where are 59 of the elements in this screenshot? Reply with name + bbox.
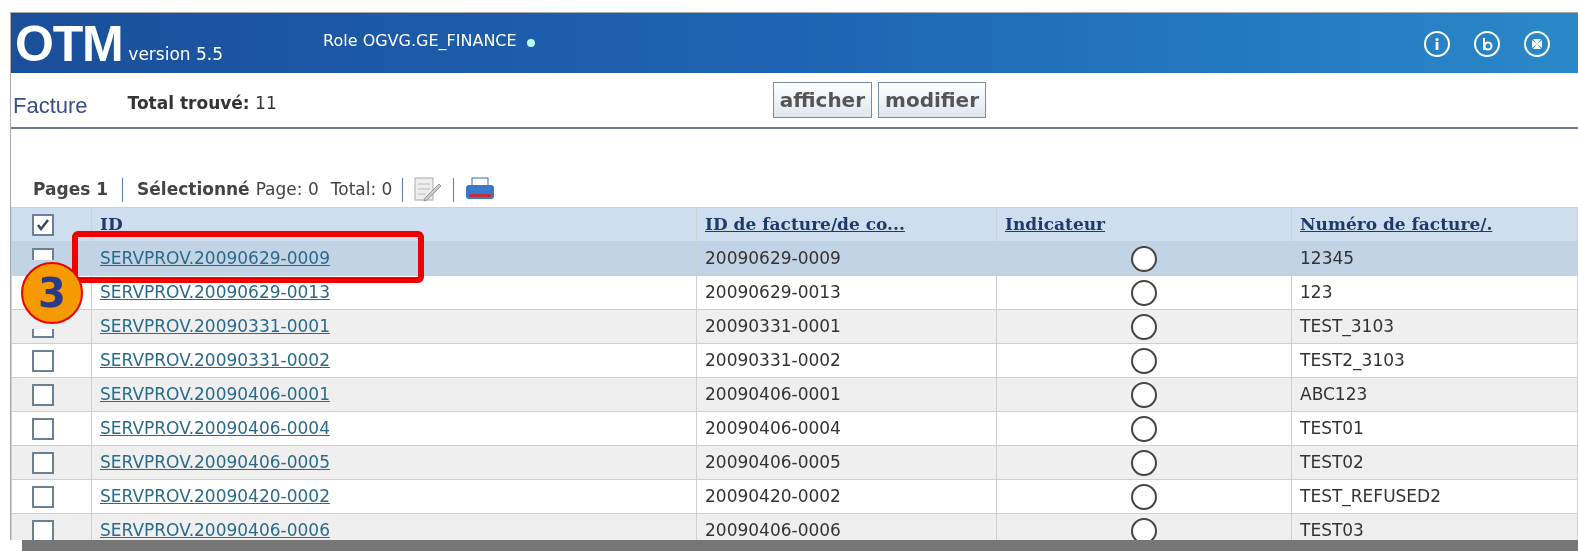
action-button[interactable]: afficher [772, 82, 873, 118]
table-cell: 20090406-0004 [696, 411, 997, 446]
total-count: Total: 0 [330, 178, 393, 202]
column-header[interactable]: Numéro de facture/. [1291, 207, 1578, 242]
indicator-icon [1131, 517, 1157, 540]
checkbox[interactable] [32, 349, 54, 372]
pages-label: Pages 1 [33, 178, 109, 202]
table-row[interactable]: SERVPROV.20090331-0001 20090331-0001 TEST_3103 [11, 309, 1578, 344]
table-cell: 20090331-0002 [696, 343, 997, 378]
indicator-icon [1131, 279, 1157, 306]
edit-list-icon[interactable] [413, 176, 444, 204]
page-count: Page: 0 [255, 178, 319, 202]
checkbox[interactable] [32, 383, 54, 406]
checkbox[interactable] [32, 328, 54, 338]
table-row[interactable]: SERVPROV.20090406-0001 20090406-0001 ABC123 [11, 377, 1578, 412]
table-cell: TEST02 [1291, 445, 1578, 480]
checkbox[interactable] [32, 417, 54, 440]
page-title: Facture [13, 91, 88, 120]
info-icon[interactable] [1424, 31, 1450, 57]
table-cell: 12345 [1291, 241, 1578, 276]
table-cell: TEST01 [1291, 411, 1578, 446]
checkbox[interactable] [32, 519, 54, 540]
checkbox[interactable] [32, 451, 54, 474]
table-cell: TEST_REFUSED2 [1291, 479, 1578, 514]
table-cell: 20090629-0009 [696, 241, 997, 276]
indicator-icon [1131, 347, 1157, 374]
table-cell: TEST2_3103 [1291, 343, 1578, 378]
table-row[interactable]: SERVPROV.20090331-0002 20090331-0002 TEST2_3103 [11, 343, 1578, 378]
indicator-icon [1131, 381, 1157, 408]
column-header[interactable]: Indicateur [996, 207, 1292, 242]
table-cell: 20090420-0002 [696, 479, 997, 514]
table-cell: 20090331-0001 [696, 309, 997, 344]
table-cell: 20090629-0013 [696, 275, 997, 310]
indicator-icon [1131, 483, 1157, 510]
role-label: Role OGVG.GE_FINANCE [323, 30, 517, 52]
table-cell: 20090406-0001 [696, 377, 997, 412]
table-row[interactable]: SERVPROV.20090406-0005 20090406-0005 TEST02 [11, 445, 1578, 480]
table-cell: 123 [1291, 275, 1578, 310]
indicator-icon [1131, 313, 1157, 340]
table-cell: 20090406-0005 [696, 445, 997, 480]
total-found-label: Total trouvé: 11 [127, 92, 277, 116]
logo: OTM [15, 19, 123, 69]
selected-label: Sélectionné [137, 178, 250, 202]
action-button[interactable]: modifier [878, 82, 987, 118]
table-row[interactable]: SERVPROV.20090406-0004 20090406-0004 TEST01 [11, 411, 1578, 446]
column-header[interactable]: ID de facture/de co... [696, 207, 997, 242]
column-header: ID [91, 207, 697, 242]
indicator-icon [1131, 245, 1157, 272]
indicator-icon [1131, 415, 1157, 442]
table-cell: ABC123 [1291, 377, 1578, 412]
table-cell: TEST_3103 [1291, 309, 1578, 344]
checkbox[interactable] [32, 485, 54, 508]
table-row[interactable]: SERVPROV.20090420-0002 20090420-0002 TEST_REFUSED2 [11, 479, 1578, 514]
table-row[interactable]: SERVPROV.20090406-0006 20090406-0006 TEST03 [11, 513, 1578, 540]
table-row[interactable]: SERVPROV.20090629-0009 20090629-0009 12345 [11, 241, 1578, 276]
checkbox[interactable] [32, 247, 54, 260]
checkbox[interactable] [32, 213, 54, 236]
version-label: version 5.5 [128, 42, 224, 66]
indicator-icon [1131, 449, 1157, 476]
